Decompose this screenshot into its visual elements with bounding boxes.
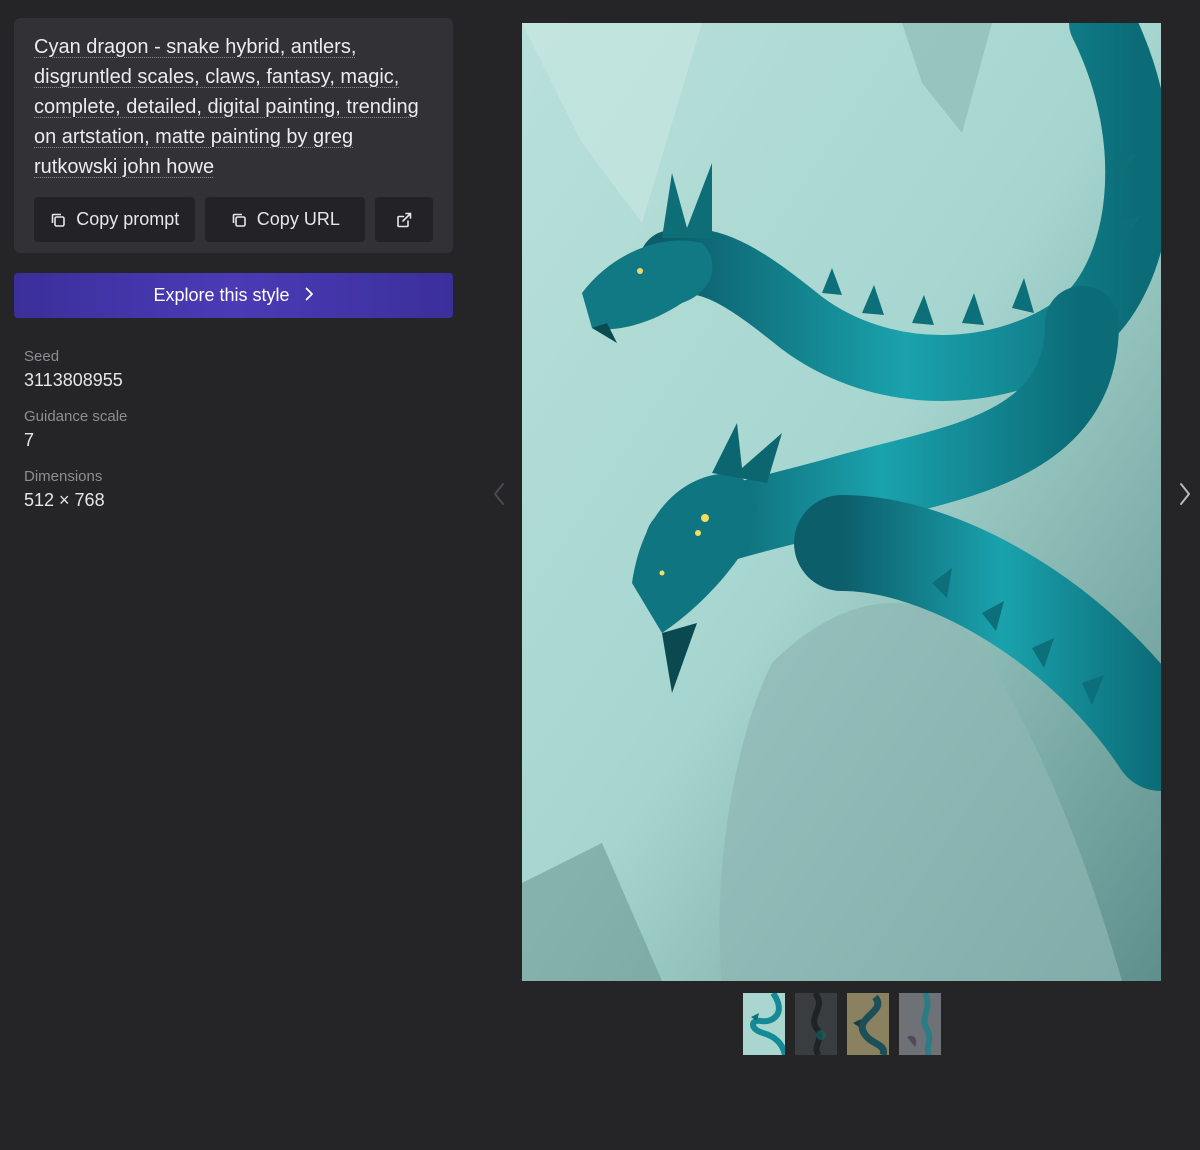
generated-image[interactable] — [522, 23, 1161, 981]
chevron-right-icon — [1178, 481, 1192, 512]
seed-label: Seed — [24, 348, 60, 365]
thumbnail-1[interactable] — [743, 993, 785, 1055]
copy-prompt-button[interactable]: Copy prompt — [34, 197, 195, 242]
prompt-text[interactable]: Cyan dragon - snake hybrid, antlers, dis… — [34, 32, 433, 182]
dimensions-item: Dimensions 512 × 768 — [24, 468, 453, 513]
chevron-left-icon — [492, 481, 506, 512]
chevron-right-icon — [304, 285, 314, 306]
guidance-scale-value: 7 — [24, 430, 35, 450]
previous-image-button[interactable] — [484, 478, 514, 514]
copy-prompt-label: Copy prompt — [76, 209, 180, 229]
thumbnail-strip — [743, 993, 941, 1055]
next-image-button[interactable] — [1170, 478, 1200, 514]
action-row: Copy prompt Copy URL — [34, 197, 433, 242]
left-panel: Cyan dragon - snake hybrid, antlers, dis… — [14, 18, 453, 528]
thumbnail-3[interactable] — [847, 993, 889, 1055]
dimensions-label: Dimensions — [24, 468, 103, 485]
image-metadata: Seed 3113808955 Guidance scale 7 Dimensi… — [14, 348, 453, 513]
seed-value: 3113808955 — [24, 370, 123, 390]
copy-icon — [230, 211, 248, 229]
copy-url-label: Copy URL — [256, 209, 340, 229]
guidance-scale-item: Guidance scale 7 — [24, 408, 453, 453]
thumbnail-2[interactable] — [795, 993, 837, 1055]
guidance-scale-label: Guidance scale — [24, 408, 128, 425]
dimensions-value: 512 × 768 — [24, 490, 105, 510]
explore-style-button[interactable]: Explore this style — [14, 273, 453, 318]
prompt-card: Cyan dragon - snake hybrid, antlers, dis… — [14, 18, 453, 253]
thumbnail-4[interactable] — [899, 993, 941, 1055]
copy-url-button[interactable]: Copy URL — [204, 197, 366, 242]
explore-style-label: Explore this style — [153, 285, 290, 305]
open-external-button[interactable] — [375, 197, 433, 242]
dragon-artwork — [522, 23, 1161, 981]
seed-item: Seed 3113808955 — [24, 348, 453, 393]
external-link-icon — [395, 211, 413, 229]
copy-icon — [49, 211, 67, 229]
